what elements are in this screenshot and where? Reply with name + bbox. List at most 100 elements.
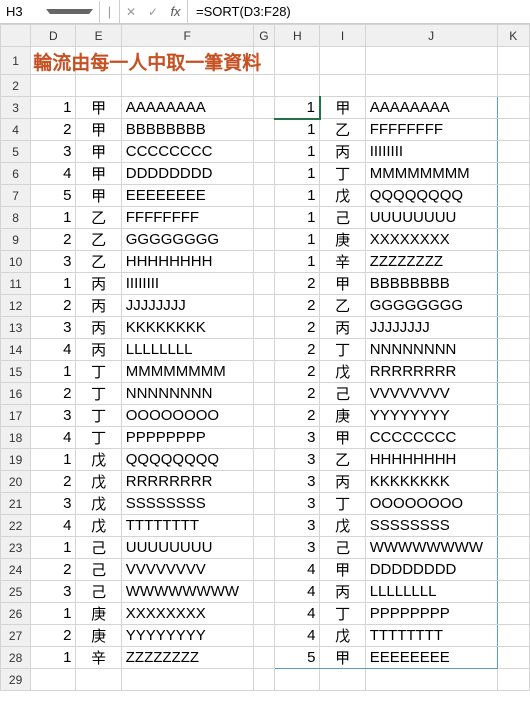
cell-I3[interactable]: 甲: [320, 97, 365, 119]
name-box-dropdown-icon[interactable]: [46, 9, 94, 14]
cell-E15[interactable]: 丁: [76, 361, 121, 383]
cell-H2[interactable]: [275, 75, 320, 97]
cell-H7[interactable]: 1: [275, 185, 320, 207]
cell-J6[interactable]: MMMMMMMM: [365, 163, 497, 185]
cell-E18[interactable]: 丁: [76, 427, 121, 449]
cell-K21[interactable]: [497, 493, 529, 515]
cell-J27[interactable]: TTTTTTTT: [365, 625, 497, 647]
cell-E4[interactable]: 甲: [76, 119, 121, 141]
cell-E12[interactable]: 丙: [76, 295, 121, 317]
cell-D6[interactable]: 4: [31, 163, 76, 185]
cell-K6[interactable]: [497, 163, 529, 185]
cell-D20[interactable]: 2: [31, 471, 76, 493]
cell-E22[interactable]: 戊: [76, 515, 121, 537]
cell-H23[interactable]: 3: [275, 537, 320, 559]
cell-F2[interactable]: [121, 75, 253, 97]
row-header-18[interactable]: 18: [1, 427, 31, 449]
cell-G9[interactable]: [253, 229, 275, 251]
cell-K13[interactable]: [497, 317, 529, 339]
cell-G19[interactable]: [253, 449, 275, 471]
cell-J19[interactable]: HHHHHHHH: [365, 449, 497, 471]
cell-G20[interactable]: [253, 471, 275, 493]
cell-H29[interactable]: [275, 669, 320, 691]
cell-J18[interactable]: CCCCCCCC: [365, 427, 497, 449]
cell-F8[interactable]: FFFFFFFF: [121, 207, 253, 229]
cell-J24[interactable]: DDDDDDDD: [365, 559, 497, 581]
cell-J26[interactable]: PPPPPPPP: [365, 603, 497, 625]
cell-K22[interactable]: [497, 515, 529, 537]
row-header-13[interactable]: 13: [1, 317, 31, 339]
cell-D9[interactable]: 2: [31, 229, 76, 251]
cell-D16[interactable]: 2: [31, 383, 76, 405]
cell-G16[interactable]: [253, 383, 275, 405]
cell-I1[interactable]: [320, 47, 365, 75]
column-header-J[interactable]: J: [365, 25, 497, 47]
cell-G11[interactable]: [253, 273, 275, 295]
cell-G25[interactable]: [253, 581, 275, 603]
cell-K4[interactable]: [497, 119, 529, 141]
cell-J17[interactable]: YYYYYYYY: [365, 405, 497, 427]
cell-E13[interactable]: 丙: [76, 317, 121, 339]
cell-F11[interactable]: IIIIIIII: [121, 273, 253, 295]
cell-E3[interactable]: 甲: [76, 97, 121, 119]
column-header-K[interactable]: K: [497, 25, 529, 47]
row-header-14[interactable]: 14: [1, 339, 31, 361]
cell-I13[interactable]: 丙: [320, 317, 365, 339]
cell-G6[interactable]: [253, 163, 275, 185]
cell-D25[interactable]: 3: [31, 581, 76, 603]
cell-J1[interactable]: [365, 47, 497, 75]
cell-F18[interactable]: PPPPPPPP: [121, 427, 253, 449]
cell-J9[interactable]: XXXXXXXX: [365, 229, 497, 251]
cell-F27[interactable]: YYYYYYYY: [121, 625, 253, 647]
cell-D26[interactable]: 1: [31, 603, 76, 625]
cell-F23[interactable]: UUUUUUUU: [121, 537, 253, 559]
row-header-10[interactable]: 10: [1, 251, 31, 273]
cell-H26[interactable]: 4: [275, 603, 320, 625]
cell-E7[interactable]: 甲: [76, 185, 121, 207]
cell-D17[interactable]: 3: [31, 405, 76, 427]
cell-K26[interactable]: [497, 603, 529, 625]
row-header-16[interactable]: 16: [1, 383, 31, 405]
cell-G23[interactable]: [253, 537, 275, 559]
cell-J23[interactable]: WWWWWWWW: [365, 537, 497, 559]
cell-D10[interactable]: 3: [31, 251, 76, 273]
cell-H1[interactable]: [275, 47, 320, 75]
cell-H25[interactable]: 4: [275, 581, 320, 603]
cell-F5[interactable]: CCCCCCCC: [121, 141, 253, 163]
row-header-4[interactable]: 4: [1, 119, 31, 141]
cell-E26[interactable]: 庚: [76, 603, 121, 625]
cell-E9[interactable]: 乙: [76, 229, 121, 251]
cell-F12[interactable]: JJJJJJJJ: [121, 295, 253, 317]
cell-J7[interactable]: QQQQQQQQ: [365, 185, 497, 207]
cell-F10[interactable]: HHHHHHHH: [121, 251, 253, 273]
select-all-corner[interactable]: [1, 25, 31, 47]
cell-F22[interactable]: TTTTTTTT: [121, 515, 253, 537]
spreadsheet-grid[interactable]: DEFGHIJK1輪流由每一人中取一筆資料231甲AAAAAAAA1甲AAAAA…: [0, 24, 530, 691]
row-header-3[interactable]: 3: [1, 97, 31, 119]
row-header-1[interactable]: 1: [1, 47, 31, 75]
cell-F13[interactable]: KKKKKKKK: [121, 317, 253, 339]
cell-J15[interactable]: RRRRRRRR: [365, 361, 497, 383]
row-header-21[interactable]: 21: [1, 493, 31, 515]
row-header-28[interactable]: 28: [1, 647, 31, 669]
cell-G22[interactable]: [253, 515, 275, 537]
cell-F14[interactable]: LLLLLLLL: [121, 339, 253, 361]
cell-H13[interactable]: 2: [275, 317, 320, 339]
row-header-23[interactable]: 23: [1, 537, 31, 559]
cell-K5[interactable]: [497, 141, 529, 163]
cell-K10[interactable]: [497, 251, 529, 273]
cell-I27[interactable]: 戊: [320, 625, 365, 647]
cell-F17[interactable]: OOOOOOOO: [121, 405, 253, 427]
cell-K9[interactable]: [497, 229, 529, 251]
cell-H15[interactable]: 2: [275, 361, 320, 383]
cell-F19[interactable]: QQQQQQQQ: [121, 449, 253, 471]
cell-J22[interactable]: SSSSSSSS: [365, 515, 497, 537]
row-header-27[interactable]: 27: [1, 625, 31, 647]
cell-I19[interactable]: 乙: [320, 449, 365, 471]
cell-H18[interactable]: 3: [275, 427, 320, 449]
cell-K24[interactable]: [497, 559, 529, 581]
cell-H16[interactable]: 2: [275, 383, 320, 405]
row-header-15[interactable]: 15: [1, 361, 31, 383]
cell-E19[interactable]: 戊: [76, 449, 121, 471]
row-header-2[interactable]: 2: [1, 75, 31, 97]
